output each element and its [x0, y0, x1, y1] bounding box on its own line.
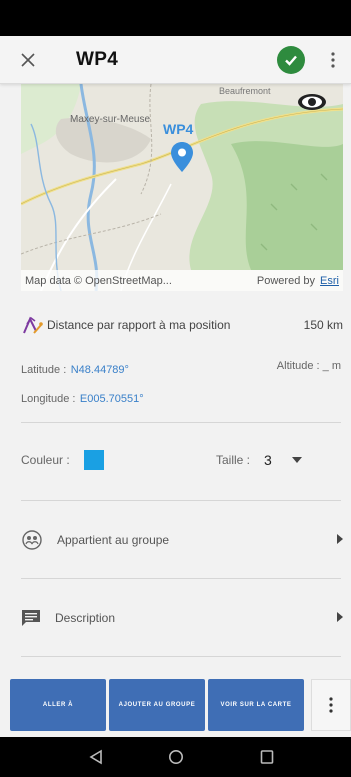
- more-vertical-icon: [331, 52, 335, 68]
- add-to-group-button[interactable]: AJOUTER AU GROUPE: [109, 679, 205, 731]
- distance-label: Distance par rapport à ma position: [47, 318, 231, 332]
- view-on-map-button[interactable]: VOIR SUR LA CARTE: [208, 679, 304, 731]
- size-value[interactable]: 3: [264, 452, 272, 468]
- map-attribution: Map data © OpenStreetMap... Powered by E…: [21, 270, 343, 291]
- size-row[interactable]: Taille : 3: [216, 450, 302, 470]
- powered-by-text: Powered by: [256, 274, 315, 287]
- distance-value: 150 km: [303, 318, 343, 332]
- latitude-label: Latitude :: [21, 364, 67, 376]
- save-button[interactable]: [277, 46, 305, 74]
- app-header: WP4: [0, 36, 351, 84]
- divider: [21, 578, 341, 579]
- back-icon[interactable]: [89, 749, 103, 765]
- distance-arrow-icon: [23, 316, 43, 334]
- close-icon: [21, 53, 35, 67]
- longitude-row[interactable]: Longitude : E005.70551°: [21, 389, 144, 407]
- map-label-town: Maxey-sur-Meuse: [70, 114, 151, 125]
- latitude-value[interactable]: N48.44789°: [71, 364, 129, 376]
- longitude-label: Longitude :: [21, 393, 76, 405]
- description-label: Description: [55, 611, 116, 625]
- latitude-row[interactable]: Latitude : N48.44789°: [21, 360, 129, 378]
- map-attribution-text: Map data © OpenStreetMap...: [25, 274, 172, 287]
- divider: [21, 656, 341, 657]
- eye-icon: [298, 94, 326, 110]
- more-actions-button[interactable]: [311, 679, 351, 731]
- recents-icon[interactable]: [260, 749, 274, 765]
- color-row: Couleur :: [21, 450, 104, 470]
- go-to-button[interactable]: ALLER À: [10, 679, 106, 731]
- divider: [21, 500, 341, 501]
- group-icon: [22, 530, 42, 550]
- chevron-right-icon: [337, 612, 343, 622]
- color-swatch[interactable]: [83, 450, 104, 470]
- dropdown-arrow-icon[interactable]: [291, 457, 302, 463]
- action-bar: ALLER À AJOUTER AU GROUPE VOIR SUR LA CA…: [10, 679, 351, 731]
- altitude-label[interactable]: Altitude : _ m: [277, 360, 341, 372]
- check-icon: [285, 55, 297, 66]
- longitude-value[interactable]: E005.70551°: [80, 393, 144, 405]
- size-label: Taille :: [216, 453, 251, 467]
- divider: [21, 422, 341, 423]
- group-row[interactable]: Appartient au groupe: [21, 528, 343, 552]
- map-pin-icon[interactable]: [171, 142, 193, 172]
- home-icon[interactable]: [168, 749, 184, 765]
- color-label: Couleur :: [21, 453, 70, 467]
- more-vertical-icon: [329, 697, 333, 713]
- waypoint-label: WP4: [163, 121, 194, 137]
- map-view[interactable]: Beaufremont Maxey-sur-Meuse WP4 Map data…: [21, 84, 343, 291]
- close-button[interactable]: [14, 46, 42, 74]
- powered-by-label: Powered by Esri: [257, 275, 339, 287]
- distance-row: Distance par rapport à ma position 150 k…: [21, 315, 343, 335]
- description-row[interactable]: Description: [21, 606, 343, 630]
- comment-icon: [22, 610, 40, 626]
- system-nav-bar: [0, 737, 351, 777]
- group-label: Appartient au groupe: [57, 533, 170, 547]
- chevron-right-icon: [337, 534, 343, 544]
- esri-link[interactable]: Esri: [320, 275, 339, 287]
- overflow-menu-button[interactable]: [323, 46, 343, 74]
- page-title: WP4: [76, 49, 119, 70]
- status-bar: [0, 0, 351, 36]
- map-label-locality: Beaufremont: [219, 86, 271, 96]
